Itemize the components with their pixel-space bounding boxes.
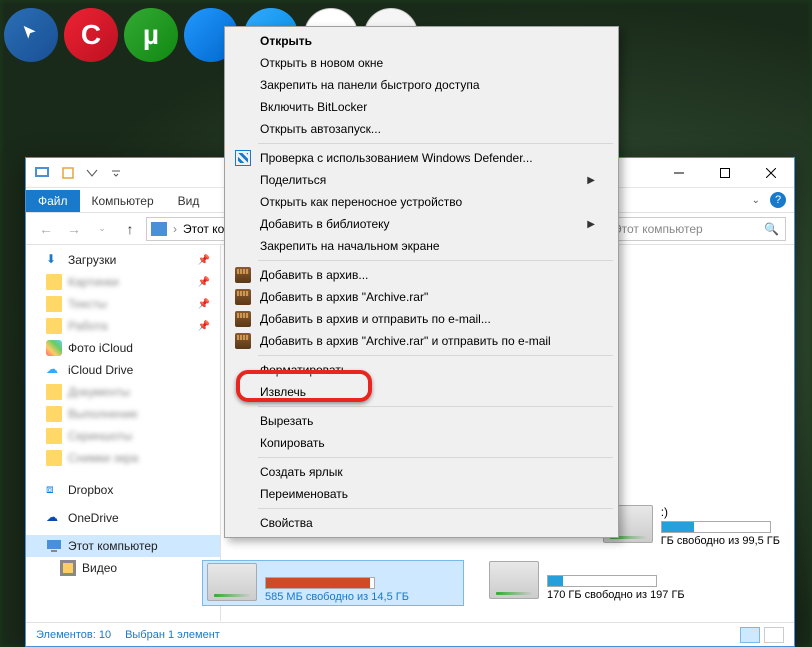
sidebar-item-blur4[interactable]: Документы	[26, 381, 220, 403]
dock-app-cursor[interactable]	[4, 8, 58, 62]
pc-icon	[46, 538, 62, 554]
drive-third[interactable]: 170 ГБ свободно из 197 ГБ	[487, 561, 685, 605]
winrar-icon	[234, 288, 252, 306]
ctx-rename[interactable]: Переименовать	[228, 483, 615, 505]
sidebar-item-icloud[interactable]: ☁iCloud Drive	[26, 359, 220, 381]
ctx-rar-add-name[interactable]: Добавить в архив "Archive.rar"	[228, 286, 615, 308]
sidebar-item-photo-icloud[interactable]: Фото iCloud	[26, 337, 220, 359]
sidebar-item-blur2[interactable]: Тексты📌	[26, 293, 220, 315]
drive-free-text: 585 МБ свободно из 14,5 ГБ	[265, 591, 409, 603]
sidebar-item-blur5[interactable]: Выполнение	[26, 403, 220, 425]
ctx-share[interactable]: Поделиться▶	[228, 169, 615, 191]
context-menu: Открыть Открыть в новом окне Закрепить н…	[224, 26, 619, 538]
status-count: Элементов: 10	[36, 629, 111, 641]
drive-bar	[661, 521, 771, 533]
ctx-rar-email[interactable]: Добавить в архив и отправить по e-mail..…	[228, 308, 615, 330]
tab-computer[interactable]: Компьютер	[80, 190, 166, 212]
ctx-copy[interactable]: Копировать	[228, 432, 615, 454]
breadcrumb[interactable]: Этот ко	[183, 222, 224, 236]
photo-icon	[46, 340, 62, 356]
ctx-properties[interactable]: Свойства	[228, 512, 615, 534]
cloud-icon: ☁	[46, 362, 62, 378]
nav-recent[interactable]: ⌄	[90, 217, 114, 241]
drive-selected[interactable]: 585 МБ свободно из 14,5 ГБ	[203, 561, 463, 605]
winrar-icon	[234, 310, 252, 328]
download-icon: ⬇	[46, 252, 62, 268]
sidebar-item-downloads[interactable]: ⬇Загрузки📌	[26, 249, 220, 271]
dropbox-icon: ⧈	[46, 482, 62, 498]
ctx-separator	[258, 508, 613, 509]
status-selected: Выбран 1 элемент	[125, 629, 220, 641]
pin-icon: 📌	[198, 255, 210, 266]
ctx-pin-start[interactable]: Закрепить на начальном экране	[228, 235, 615, 257]
view-details-icon[interactable]	[740, 627, 760, 643]
minimize-button[interactable]	[656, 158, 702, 187]
search-icon: 🔍	[764, 222, 779, 236]
dock-app-utorrent[interactable]: µ	[124, 8, 178, 62]
close-button[interactable]	[748, 158, 794, 187]
navigation-pane: ⬇Загрузки📌 Картинки📌 Тексты📌 Работа📌 Фот…	[26, 245, 221, 621]
sidebar-item-dropbox[interactable]: ⧈Dropbox	[26, 479, 220, 501]
system-menu-icon[interactable]	[34, 165, 50, 181]
winrar-icon	[234, 332, 252, 350]
qat-item-2[interactable]	[82, 163, 102, 183]
ctx-bitlocker[interactable]: Включить BitLocker	[228, 96, 615, 118]
nav-forward[interactable]: →	[62, 217, 86, 241]
maximize-button[interactable]	[702, 158, 748, 187]
ctx-separator	[258, 260, 613, 261]
ctx-open[interactable]: Открыть	[228, 30, 615, 52]
ctx-cut[interactable]: Вырезать	[228, 410, 615, 432]
dock-app-ccleaner[interactable]: C	[64, 8, 118, 62]
ctx-separator	[258, 355, 613, 356]
sidebar-item-blur1[interactable]: Картинки📌	[26, 271, 220, 293]
ctx-separator	[258, 457, 613, 458]
drive-free-text: ГБ свободно из 99,5 ГБ	[661, 535, 780, 547]
status-bar: Элементов: 10 Выбран 1 элемент	[26, 622, 794, 646]
defender-icon	[234, 149, 252, 167]
pc-icon	[151, 222, 167, 236]
ctx-separator	[258, 406, 613, 407]
submenu-arrow-icon: ▶	[587, 175, 595, 186]
ctx-separator	[258, 143, 613, 144]
onedrive-icon: ☁	[46, 510, 62, 526]
ctx-pin-quick[interactable]: Закрепить на панели быстрого доступа	[228, 74, 615, 96]
drive-icon	[489, 561, 539, 599]
search-input[interactable]: Этот компьютер 🔍	[606, 217, 786, 241]
sidebar-item-blur3[interactable]: Работа📌	[26, 315, 220, 337]
drive-free-text: 170 ГБ свободно из 197 ГБ	[547, 589, 685, 601]
ctx-rar-add[interactable]: Добавить в архив...	[228, 264, 615, 286]
video-icon	[60, 560, 76, 576]
ctx-autorun[interactable]: Открыть автозапуск...	[228, 118, 615, 140]
ctx-open-new-window[interactable]: Открыть в новом окне	[228, 52, 615, 74]
submenu-arrow-icon: ▶	[587, 219, 595, 230]
ctx-add-library[interactable]: Добавить в библиотеку▶	[228, 213, 615, 235]
ribbon-collapse-icon[interactable]: ⌄	[752, 195, 760, 206]
drive-icon	[207, 563, 257, 601]
drive-letter: :)	[661, 505, 780, 519]
sidebar-item-blur7[interactable]: Снимки экра	[26, 447, 220, 469]
ctx-portable[interactable]: Открыть как переносное устройство	[228, 191, 615, 213]
ctx-rar-name-email[interactable]: Добавить в архив "Archive.rar" и отправи…	[228, 330, 615, 352]
sidebar-item-this-pc[interactable]: Этот компьютер	[26, 535, 220, 557]
nav-up[interactable]: ↑	[118, 217, 142, 241]
drive-bar	[265, 577, 375, 589]
sidebar-item-onedrive[interactable]: ☁OneDrive	[26, 507, 220, 529]
sidebar-item-blur6[interactable]: Скриншоты	[26, 425, 220, 447]
qat-customize[interactable]	[106, 163, 126, 183]
nav-back[interactable]: ←	[34, 217, 58, 241]
sidebar-item-video[interactable]: Видео	[26, 557, 220, 579]
ctx-shortcut[interactable]: Создать ярлык	[228, 461, 615, 483]
drive-bar	[547, 575, 657, 587]
ctx-defender[interactable]: Проверка с использованием Windows Defend…	[228, 147, 615, 169]
highlight-ring	[236, 370, 372, 402]
tab-file[interactable]: Файл	[26, 190, 80, 212]
qat-item-1[interactable]	[58, 163, 78, 183]
tab-view[interactable]: Вид	[166, 190, 212, 212]
help-icon[interactable]: ?	[770, 192, 786, 208]
winrar-icon	[234, 266, 252, 284]
view-icons-icon[interactable]	[764, 627, 784, 643]
